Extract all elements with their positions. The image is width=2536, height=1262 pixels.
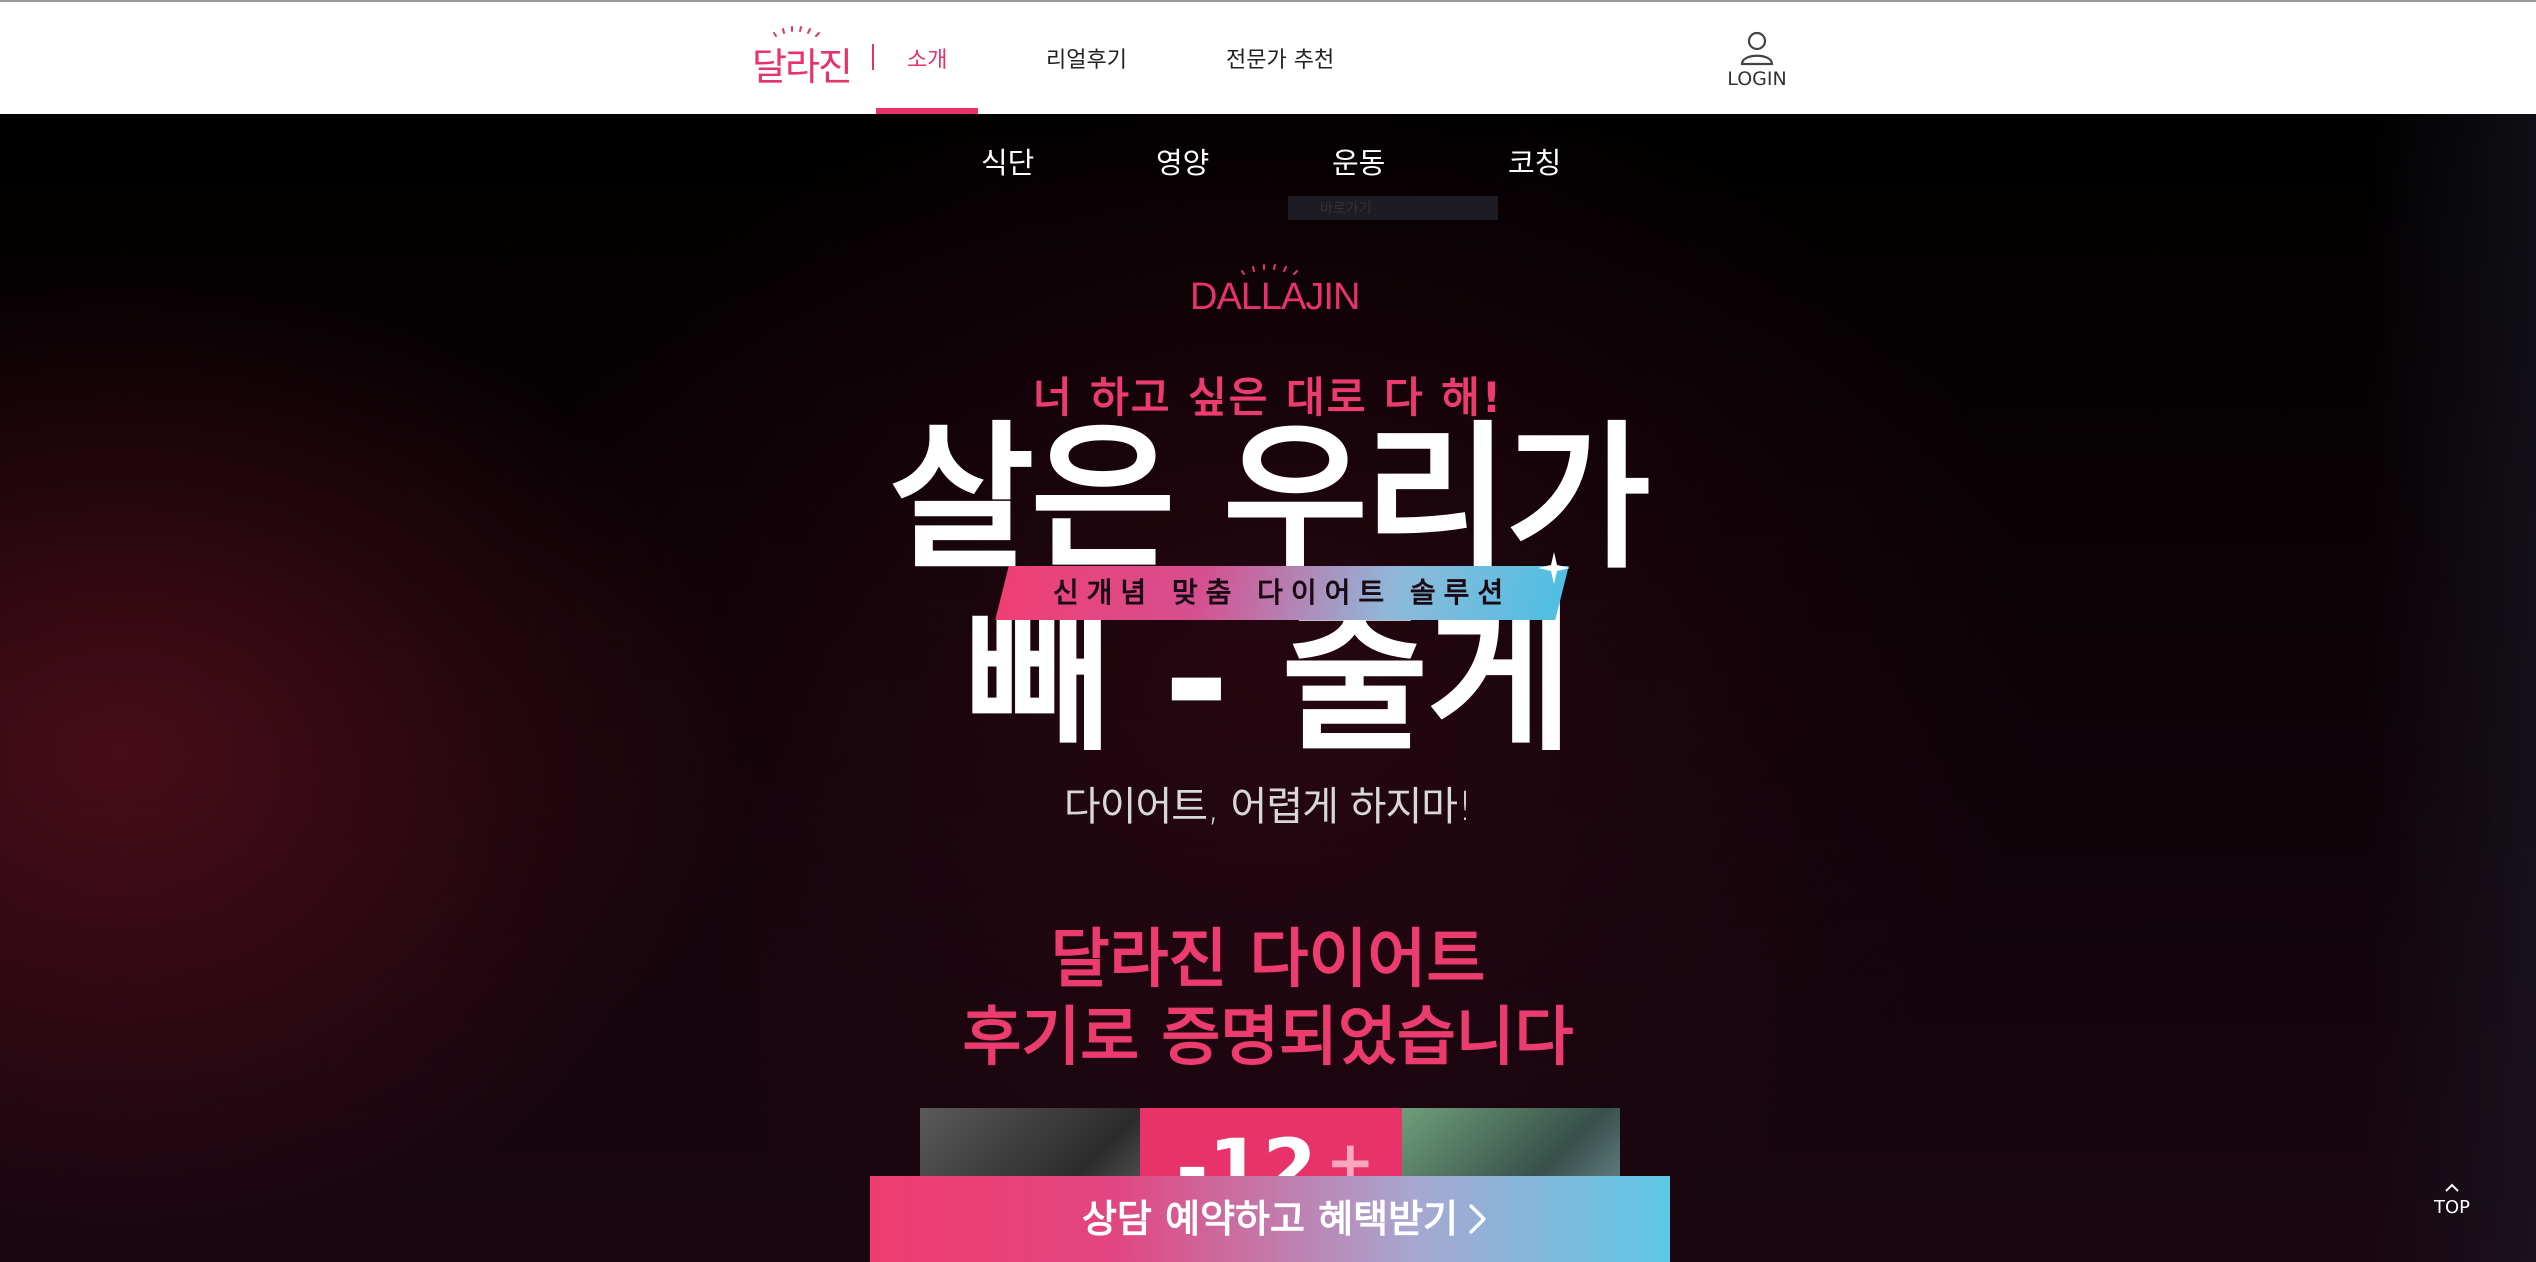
brand-logo: DALLAJIN: [1190, 262, 1360, 320]
nav-item-intro[interactable]: 소개: [907, 42, 947, 74]
sparkle-icon: [1538, 552, 1570, 584]
brand-text: DALLAJIN: [1190, 276, 1360, 318]
site-logo[interactable]: 달라진: [752, 24, 853, 89]
hero-headline-line1: 살은 우리가: [889, 407, 1651, 591]
top-label: TOP: [2433, 1197, 2471, 1218]
hero-ribbon-text: 신개념 맞춤 다이어트 솔루션: [1052, 576, 1512, 609]
subnav-tooltip-text: 바로가기: [1320, 201, 1372, 217]
subnav-item-exercise[interactable]: 운동: [1332, 140, 1385, 182]
consult-cta-button[interactable]: 상담 예약하고 혜택받기: [870, 1176, 1670, 1262]
chevron-right-icon: [1469, 1204, 1486, 1234]
user-icon: [1740, 31, 1774, 66]
login-button[interactable]: LOGIN: [1726, 28, 1788, 90]
proof-heading-line2: 후기로 증명되었습니다: [962, 1001, 1574, 1075]
logo-text: 달라진: [752, 45, 853, 89]
hero-sub-tagline: 다이어트, 어렵게 하지마!: [1063, 784, 1473, 830]
nav-item-expert[interactable]: 전문가 추천: [1226, 42, 1334, 74]
chevron-up-icon: [2445, 1183, 2459, 1192]
cta-label: 상담 예약하고 혜택받기: [1081, 1197, 1459, 1241]
brand-rays-icon: [1241, 264, 1298, 275]
scroll-top-button[interactable]: TOP: [2424, 1178, 2480, 1218]
login-label: LOGIN: [1727, 68, 1787, 90]
hero-headline-line2: 빼 - 줄게: [964, 586, 1573, 773]
logo-divider: [872, 44, 874, 70]
subnav-item-diet[interactable]: 식단: [981, 140, 1034, 182]
subnav-item-nutrition[interactable]: 영양: [1156, 140, 1209, 182]
nav-item-reviews[interactable]: 리얼후기: [1046, 42, 1127, 74]
subnav-item-coaching[interactable]: 코칭: [1508, 140, 1561, 182]
site-header: 달라진 소개 리얼후기 전문가 추천 LOGIN: [0, 0, 2536, 116]
